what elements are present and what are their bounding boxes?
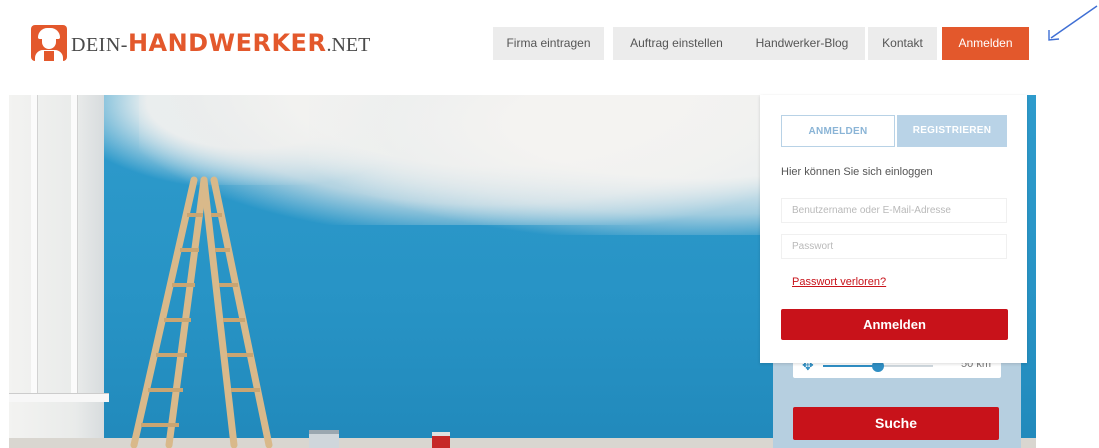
logo-wordmark: DEIN- HANDWERKER .NET <box>71 29 370 57</box>
login-submit-button[interactable]: Anmelden <box>781 309 1008 340</box>
password-input[interactable] <box>781 234 1007 259</box>
slider-fill <box>823 365 878 367</box>
nav-auftrag-einstellen[interactable]: Auftrag einstellen <box>613 27 740 60</box>
craftsman-logo-icon <box>31 25 67 61</box>
nav-firma-eintragen[interactable]: Firma eintragen <box>493 27 604 60</box>
annotation-arrow-icon <box>1048 5 1098 41</box>
username-input[interactable] <box>781 198 1007 223</box>
nav-kontakt[interactable]: Kontakt <box>868 27 937 60</box>
site-logo[interactable]: DEIN- HANDWERKER .NET <box>31 18 370 68</box>
tab-register[interactable]: REGISTRIEREN <box>897 115 1007 147</box>
site-header: DEIN- HANDWERKER .NET Firma eintragen Au… <box>0 0 1099 90</box>
nav-handwerker-blog[interactable]: Handwerker-Blog <box>739 27 865 60</box>
ladder-image <box>130 176 273 448</box>
slider-track[interactable] <box>823 360 933 372</box>
logo-main: HANDWERKER <box>127 29 327 57</box>
lost-password-link[interactable]: Passwort verloren? <box>792 276 886 288</box>
login-info-text: Hier können Sie sich einloggen <box>781 166 933 178</box>
window-image <box>9 95 109 448</box>
logo-suffix: .NET <box>326 34 371 56</box>
paint-cans-image <box>309 430 450 448</box>
login-popup: ANMELDEN REGISTRIEREN Hier können Sie si… <box>760 95 1027 363</box>
nav-anmelden-button[interactable]: Anmelden <box>942 27 1029 60</box>
tab-login[interactable]: ANMELDEN <box>781 115 895 147</box>
search-button[interactable]: Suche <box>793 407 999 440</box>
logo-prefix: DEIN- <box>71 34 128 56</box>
